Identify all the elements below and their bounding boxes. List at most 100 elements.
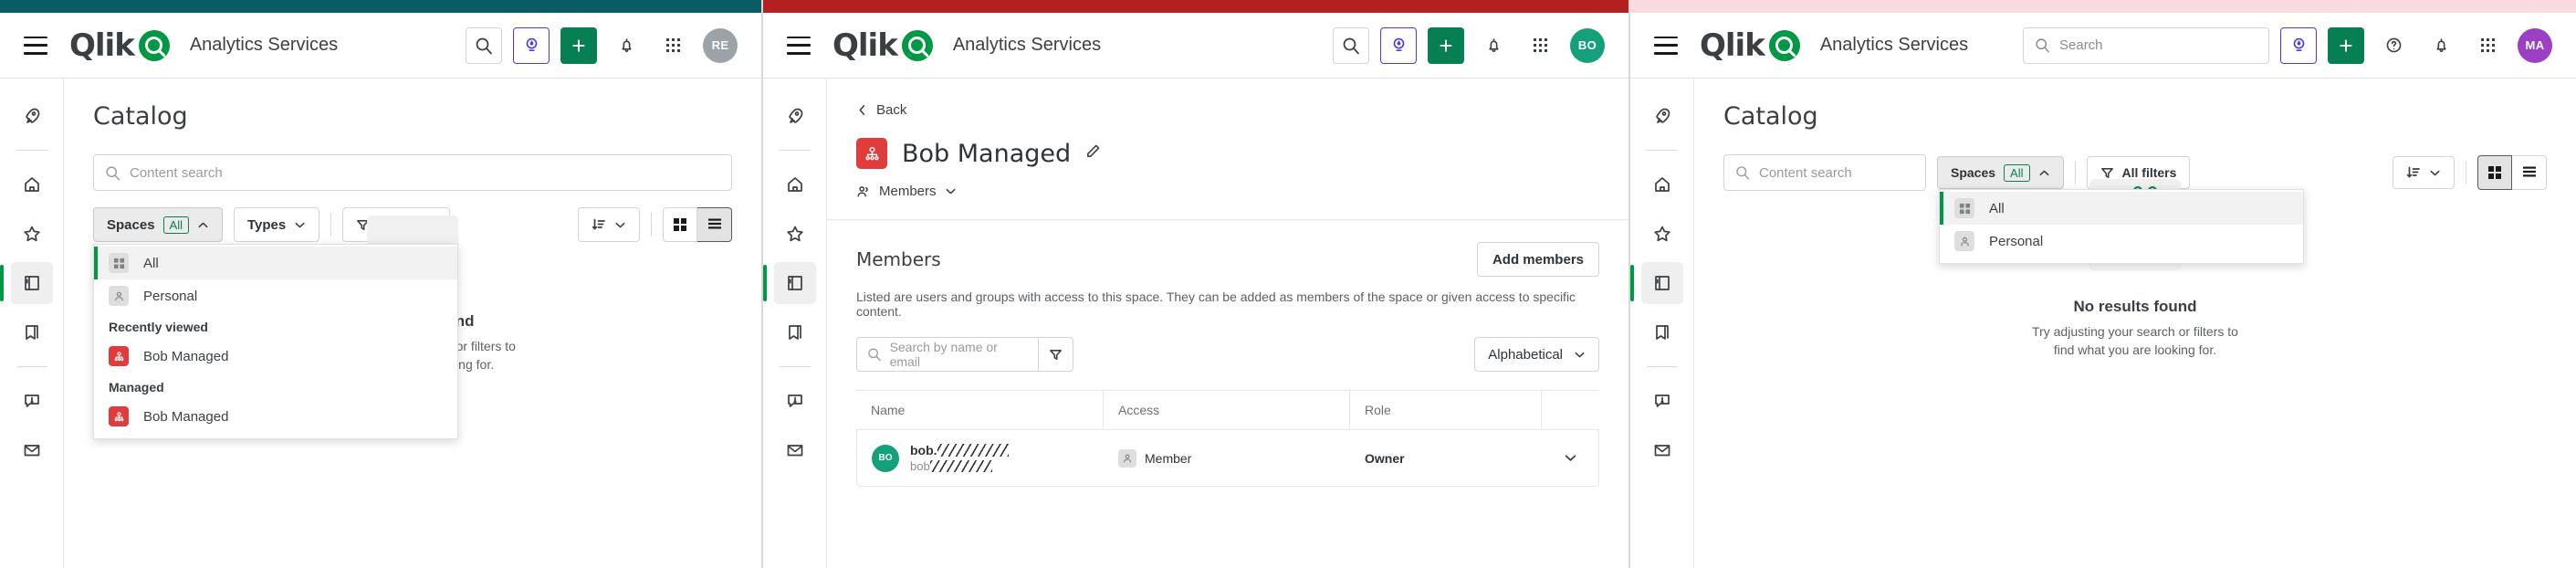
back-label: Back (876, 102, 907, 118)
sidebar-item-alerts[interactable] (1641, 380, 1683, 422)
search-icon[interactable] (1333, 26, 1369, 64)
sidebar-item-home[interactable] (774, 163, 816, 205)
spaces-dropdown-item-personal[interactable]: Personal (94, 279, 457, 312)
add-button[interactable]: + (560, 26, 597, 64)
search-input[interactable]: Search (2023, 26, 2269, 64)
avatar: BO (872, 444, 899, 472)
insight-advisor-icon[interactable] (1380, 26, 1417, 64)
sidebar-item-subscriptions[interactable] (774, 429, 816, 471)
member-name-visible: bob. (910, 443, 937, 458)
panel-space-members: Qlik Analytics Services + BO Back Bob Ma… (763, 0, 1630, 568)
search-icon[interactable] (466, 26, 502, 64)
sidebar-item-collections[interactable] (774, 311, 816, 353)
content-search-placeholder: Content search (1759, 164, 1852, 181)
spaces-dropdown-label: Personal (1989, 233, 2044, 249)
members-sort-select[interactable]: Alphabetical (1474, 337, 1599, 372)
all-filters-label: All filters (2121, 165, 2177, 180)
help-icon[interactable] (2375, 26, 2412, 64)
spaces-dropdown-item-personal[interactable]: Personal (1940, 225, 2303, 258)
spaces-dropdown-item-managed-bob-managed[interactable]: Bob Managed (94, 400, 457, 433)
chevron-down-icon (946, 188, 955, 195)
notifications-bell-icon[interactable] (1475, 26, 1512, 64)
members-filter-button[interactable] (1039, 337, 1073, 372)
dropdown-header-managed: Managed (109, 380, 164, 394)
add-members-button[interactable]: Add members (1476, 242, 1599, 277)
sidebar-item-favorites[interactable] (774, 213, 816, 255)
sidebar-item-favorites[interactable] (11, 213, 53, 255)
person-icon (1954, 231, 1974, 251)
rail-divider (1646, 150, 1678, 151)
app-title: Analytics Services (1819, 35, 1969, 55)
top-color-band (763, 0, 1628, 13)
grid-icon (109, 253, 129, 273)
list-view-icon (2522, 166, 2536, 177)
avatar[interactable]: RE (703, 27, 738, 63)
notifications-bell-icon[interactable] (2423, 26, 2459, 64)
member-email-visible: bob (910, 459, 930, 473)
sidebar-item-alerts[interactable] (11, 380, 53, 422)
member-access-label: Member (1145, 450, 1192, 466)
person-icon (109, 286, 129, 306)
members-icon (857, 185, 868, 197)
menu-icon[interactable] (1654, 36, 1678, 55)
panel-catalog-spaces-open: Qlik Analytics Services + RE Catalog Con… (0, 0, 763, 568)
add-button[interactable]: + (1428, 26, 1464, 64)
app-grid-icon[interactable] (2470, 26, 2507, 64)
sidebar-item-home[interactable] (11, 163, 53, 205)
edit-space-name-icon[interactable] (1085, 143, 1101, 163)
sidebar-item-catalog[interactable] (1630, 262, 1683, 304)
members-section-title: Members (856, 248, 941, 270)
members-search-input[interactable]: Search by name or email (856, 337, 1039, 372)
table-row[interactable]: BO bob. bob Member Owner (856, 430, 1599, 487)
members-search-placeholder: Search by name or email (889, 340, 998, 369)
sidebar-item-home[interactable] (1641, 163, 1683, 205)
spaces-dropdown-item-all[interactable]: All (1940, 192, 2303, 225)
add-button[interactable]: + (2328, 26, 2364, 64)
avatar[interactable]: MA (2518, 27, 2552, 63)
app-grid-icon[interactable] (655, 26, 692, 64)
spaces-dropdown-item-recent-bob-managed[interactable]: Bob Managed (94, 340, 457, 373)
member-name-cell: BO bob. bob (857, 443, 1104, 473)
members-sort-label: Alphabetical (1488, 346, 1563, 363)
sidebar-item-subscriptions[interactable] (11, 429, 53, 471)
spaces-dropdown-item-all[interactable]: All (94, 247, 457, 279)
qlik-logo: Qlik (69, 27, 170, 64)
empty-subtitle: Try adjusting your search or filters to … (2032, 324, 2238, 358)
panel1-content: Catalog Content search Spaces All Types (64, 79, 761, 568)
spaces-dropdown: All Personal (1939, 189, 2304, 264)
back-button[interactable]: Back (856, 102, 1599, 118)
spaces-dropdown-label: All (143, 255, 159, 271)
column-header-access: Access (1103, 391, 1349, 429)
app-title: Analytics Services (952, 35, 1102, 55)
chevron-down-icon[interactable] (1564, 451, 1577, 465)
chevron-down-icon (2430, 170, 2440, 175)
menu-icon[interactable] (787, 36, 811, 55)
menu-icon[interactable] (24, 36, 47, 55)
page-title: Catalog (93, 102, 188, 131)
member-role-cell: Owner (1350, 451, 1542, 466)
sidebar-item-catalog[interactable] (0, 262, 53, 304)
panel3-content: Catalog Content search Spaces All All fi… (1694, 79, 2576, 568)
sidebar-item-rocket[interactable] (11, 95, 53, 137)
insight-advisor-icon[interactable] (513, 26, 550, 64)
avatar[interactable]: BO (1570, 27, 1605, 63)
top-navbar: Qlik Analytics Services Search + MA (1630, 13, 2576, 79)
content-search-input[interactable]: Content search (93, 154, 732, 191)
empty-title: No results found (2073, 298, 2197, 315)
app-grid-icon[interactable] (1523, 26, 1559, 64)
sidebar-item-rocket[interactable] (1641, 95, 1683, 137)
sidebar-item-collections[interactable] (1641, 311, 1683, 353)
sidebar-item-subscriptions[interactable] (1641, 429, 1683, 471)
insight-advisor-icon[interactable] (2280, 26, 2317, 64)
notifications-bell-icon[interactable] (608, 26, 644, 64)
sidebar-item-alerts[interactable] (774, 380, 816, 422)
nav-actions: Search + MA (2023, 26, 2552, 64)
panel3-body: Catalog Content search Spaces All All fi… (1630, 79, 2576, 568)
members-tab[interactable]: Members (856, 184, 1599, 199)
sidebar-item-catalog[interactable] (763, 262, 816, 304)
sidebar-item-rocket[interactable] (774, 95, 816, 137)
search-placeholder: Search (2059, 37, 2103, 53)
sidebar-item-collections[interactable] (11, 311, 53, 353)
sidebar-item-favorites[interactable] (1641, 213, 1683, 255)
member-email: bob (910, 459, 1009, 473)
